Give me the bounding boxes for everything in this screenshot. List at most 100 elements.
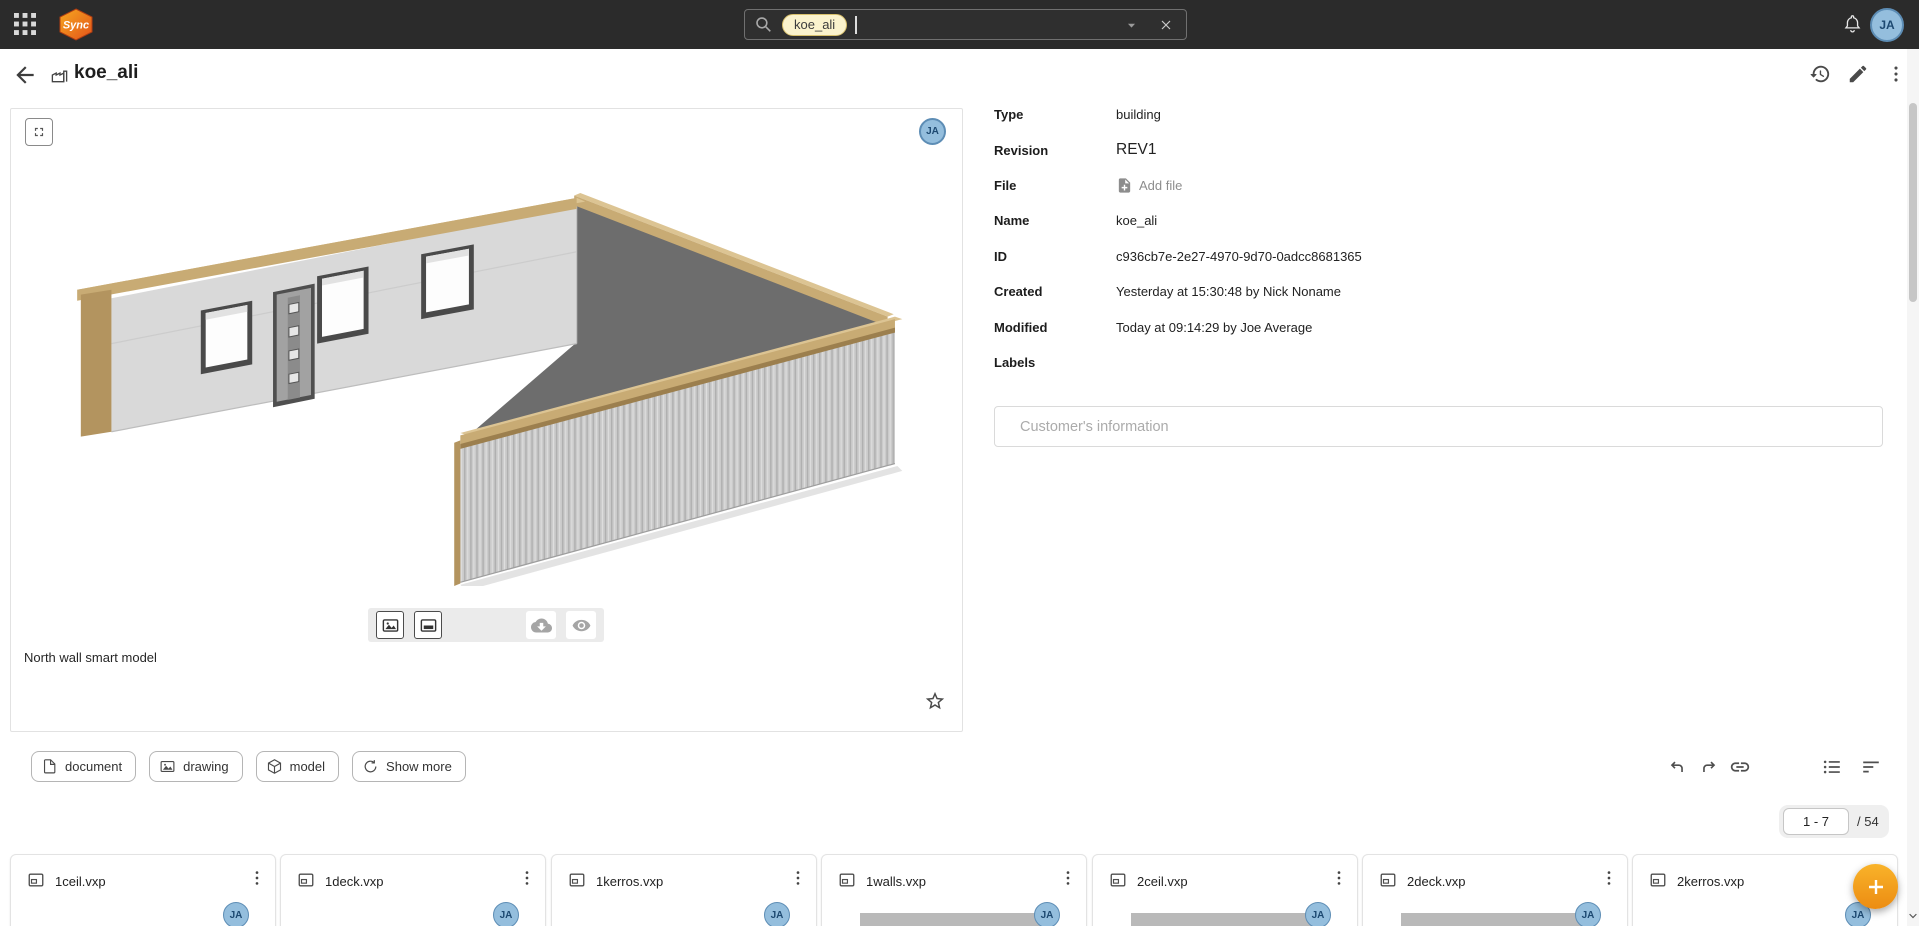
- page-header: koe_ali: [0, 49, 1919, 101]
- detail-label: File: [994, 178, 1116, 193]
- file-type-icon: [27, 871, 45, 894]
- add-button[interactable]: [1853, 864, 1898, 909]
- file-type-icon: [1649, 871, 1667, 894]
- model-3d-viewport[interactable]: [60, 182, 917, 586]
- arrow-back-icon: [12, 62, 38, 88]
- close-icon: [1158, 17, 1174, 33]
- kebab-icon: [1599, 868, 1619, 888]
- user-avatar[interactable]: JA: [1870, 8, 1904, 42]
- file-menu-button[interactable]: [1599, 868, 1619, 893]
- detail-value: Yesterday at 15:30:48 by Nick Noname: [1116, 284, 1341, 299]
- add-file-button[interactable]: Add file: [1116, 177, 1182, 194]
- page-actions: [1809, 63, 1907, 90]
- download-button[interactable]: [526, 611, 556, 639]
- favorite-button[interactable]: [924, 690, 946, 717]
- fullscreen-icon: [32, 123, 46, 141]
- scroll-down-button[interactable]: [1907, 909, 1919, 926]
- filter-chip-document[interactable]: document: [31, 751, 136, 782]
- snapshot-button[interactable]: [376, 611, 404, 639]
- drawing-icon: [159, 758, 176, 775]
- file-menu-button[interactable]: [517, 868, 537, 893]
- page-title: koe_ali: [74, 62, 138, 84]
- kebab-icon: [1329, 868, 1349, 888]
- back-button[interactable]: [12, 62, 38, 93]
- kebab-icon: [247, 868, 267, 888]
- search-bar[interactable]: koe_ali: [744, 9, 1187, 40]
- link-icon: [1729, 756, 1751, 778]
- undo-icon: [1666, 756, 1688, 778]
- file-card[interactable]: 2ceil.vxp JA: [1092, 854, 1358, 926]
- cube-icon: [266, 758, 283, 775]
- thumbnail-button[interactable]: [414, 611, 442, 639]
- file-name: 2deck.vxp: [1407, 874, 1466, 889]
- eye-icon: [571, 615, 592, 636]
- history-icon: [1809, 63, 1831, 85]
- file-card[interactable]: 1ceil.vxp JA: [10, 854, 276, 926]
- page-total: / 54: [1857, 814, 1879, 829]
- file-owner-avatar: JA: [1305, 902, 1331, 926]
- file-name: 1walls.vxp: [866, 874, 926, 889]
- history-button[interactable]: [1809, 63, 1831, 90]
- file-card[interactable]: 1kerros.vxp JA: [551, 854, 817, 926]
- file-type-icon: [1109, 871, 1127, 894]
- search-icon: [755, 16, 772, 33]
- detail-row-labels: Labels: [994, 345, 1883, 380]
- file-name: 2ceil.vxp: [1137, 874, 1188, 889]
- sync-logo[interactable]: Sync: [58, 8, 94, 46]
- list-view-button[interactable]: [1821, 756, 1843, 778]
- file-preview-thumbnail: [860, 913, 1042, 926]
- detail-value: building: [1116, 107, 1161, 122]
- notifications-button[interactable]: [1842, 13, 1863, 39]
- search-clear-button[interactable]: [1158, 17, 1174, 38]
- more-menu-button[interactable]: [1885, 63, 1907, 90]
- file-menu-button[interactable]: [247, 868, 267, 893]
- chevron-down-icon: [1907, 910, 1919, 922]
- logo-text: Sync: [63, 20, 89, 32]
- link-button[interactable]: [1729, 756, 1751, 778]
- file-menu-button[interactable]: [1058, 868, 1078, 893]
- model-owner-avatar[interactable]: JA: [919, 118, 946, 145]
- file-menu-button[interactable]: [1329, 868, 1349, 893]
- file-preview-thumbnail: [1401, 913, 1583, 926]
- filter-chip-model[interactable]: model: [256, 751, 339, 782]
- file-name: 1deck.vxp: [325, 874, 384, 889]
- file-card[interactable]: 1deck.vxp JA: [280, 854, 546, 926]
- scrollbar-thumb[interactable]: [1909, 103, 1917, 302]
- detail-label: Created: [994, 284, 1116, 299]
- apps-grid-icon: [14, 13, 36, 35]
- search-term-chip[interactable]: koe_ali: [782, 14, 847, 36]
- file-card[interactable]: 1walls.vxp JA: [821, 854, 1087, 926]
- preview-button[interactable]: [566, 611, 596, 639]
- filter-chip-label: document: [65, 759, 122, 774]
- file-type-icon: [838, 871, 856, 894]
- edit-button[interactable]: [1847, 63, 1869, 90]
- model-viewer-card: JA: [10, 108, 963, 732]
- redo-icon: [1698, 756, 1720, 778]
- file-menu-button[interactable]: [788, 868, 808, 893]
- file-card[interactable]: 2deck.vxp JA: [1362, 854, 1628, 926]
- list-icon: [1821, 756, 1843, 778]
- filter-chip-label: model: [290, 759, 325, 774]
- fullscreen-button[interactable]: [25, 118, 53, 146]
- sync-logo-icon: Sync: [58, 8, 94, 41]
- file-owner-avatar: JA: [223, 902, 249, 926]
- detail-label: Name: [994, 213, 1116, 228]
- page-range-input[interactable]: 1 - 7: [1783, 808, 1849, 835]
- search-dropdown-button[interactable]: [1123, 17, 1140, 39]
- add-file-icon: [1116, 177, 1133, 194]
- kebab-icon: [1058, 868, 1078, 888]
- file-type-icon: [568, 871, 586, 894]
- vertical-scrollbar[interactable]: [1907, 49, 1919, 926]
- sort-button[interactable]: [1860, 756, 1882, 778]
- customer-information-input[interactable]: [994, 406, 1883, 447]
- bell-icon: [1842, 13, 1863, 34]
- undo-button[interactable]: [1666, 756, 1688, 778]
- detail-row-file: File Add file: [994, 168, 1883, 203]
- file-owner-avatar: JA: [1034, 902, 1060, 926]
- apps-grid-button[interactable]: [14, 13, 36, 35]
- redo-button[interactable]: [1698, 756, 1720, 778]
- show-more-button[interactable]: Show more: [352, 751, 466, 782]
- kebab-icon: [517, 868, 537, 888]
- filter-chip-drawing[interactable]: drawing: [149, 751, 243, 782]
- file-type-icon: [1379, 871, 1397, 894]
